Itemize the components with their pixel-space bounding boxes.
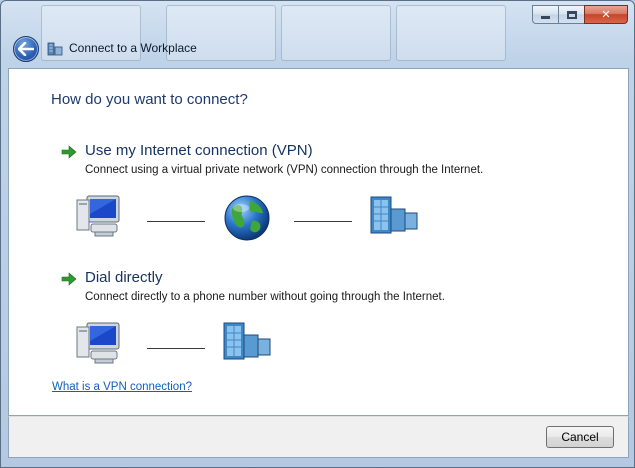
wizard-content: How do you want to connect? Use my Inter… (8, 68, 629, 416)
back-button[interactable] (13, 36, 39, 62)
option-vpn-title: Use my Internet connection (VPN) (85, 142, 313, 159)
maximize-icon (566, 10, 577, 19)
close-button[interactable]: ✕ (584, 5, 628, 24)
globe-icon (224, 195, 270, 241)
wizard-footer: Cancel (8, 416, 629, 458)
window-title: Connect to a Workplace (69, 41, 197, 55)
page-heading: How do you want to connect? (51, 91, 248, 108)
minimize-icon (541, 16, 550, 19)
connection-line (294, 221, 352, 222)
minimize-button[interactable] (532, 5, 558, 24)
workplace-building-icon (223, 322, 271, 360)
close-icon: ✕ (601, 8, 611, 21)
option-dial-directly[interactable]: Dial directly Connect directly to a phon… (61, 269, 581, 309)
option-dial-title: Dial directly (85, 269, 163, 286)
green-arrow-icon (61, 145, 77, 159)
maximize-button[interactable] (558, 5, 584, 24)
option-vpn[interactable]: Use my Internet connection (VPN) Connect… (61, 142, 581, 182)
back-arrow-icon (18, 42, 34, 56)
cancel-button[interactable]: Cancel (546, 426, 614, 448)
caption-buttons: ✕ (532, 5, 628, 25)
window-frame: ✕ Connect to a Workplace How do you want… (0, 0, 635, 468)
option-vpn-description: Connect using a virtual private network … (85, 164, 484, 176)
workplace-network-icon (47, 42, 63, 56)
green-arrow-icon (61, 272, 77, 286)
vpn-help-link[interactable]: What is a VPN connection? (52, 381, 192, 393)
computer-icon (76, 322, 120, 364)
workplace-building-icon (370, 196, 418, 234)
connection-line (147, 221, 205, 222)
computer-icon (76, 195, 120, 237)
connection-line (147, 348, 205, 349)
background-window-ghost (396, 5, 506, 61)
background-window-ghost (281, 5, 391, 61)
option-dial-description: Connect directly to a phone number witho… (85, 291, 445, 303)
